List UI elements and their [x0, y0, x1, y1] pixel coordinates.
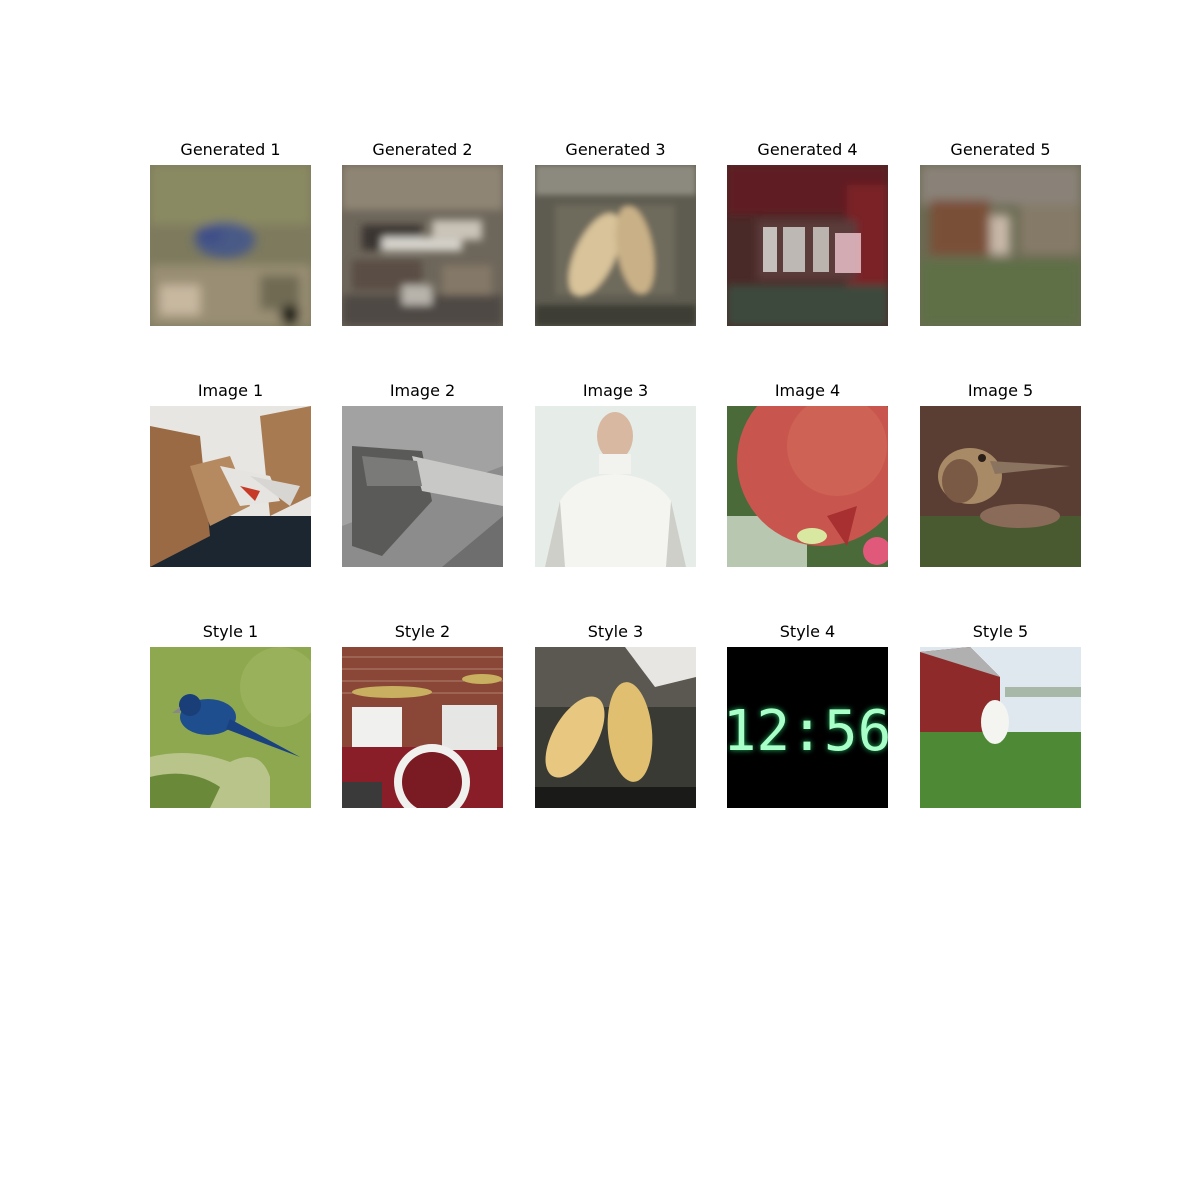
image-5-title: Image 5	[967, 381, 1034, 400]
style-2-title: Style 2	[394, 622, 451, 641]
generated-3-image	[535, 165, 696, 326]
image-2-title: Image 2	[389, 381, 456, 400]
generated-2-title: Generated 2	[372, 140, 473, 159]
style-5-title: Style 5	[972, 622, 1029, 641]
style-3-image	[535, 647, 696, 808]
generated-5-image	[920, 165, 1081, 326]
image-3-title: Image 3	[582, 381, 649, 400]
image-4-title: Image 4	[774, 381, 841, 400]
style-1-title: Style 1	[202, 622, 259, 641]
generated-5-title: Generated 5	[950, 140, 1051, 159]
style-1-image	[150, 647, 311, 808]
image-2-image	[342, 406, 503, 567]
image-1-image	[150, 406, 311, 567]
clock-display: 12:56	[727, 699, 888, 764]
image-4-image	[727, 406, 888, 567]
generated-1-title: Generated 1	[180, 140, 281, 159]
style-3-title: Style 3	[587, 622, 644, 641]
generated-4-image	[727, 165, 888, 326]
image-5-image	[920, 406, 1081, 567]
image-3-image	[535, 406, 696, 567]
generated-2-image	[342, 165, 503, 326]
image-1-title: Image 1	[197, 381, 264, 400]
generated-3-title: Generated 3	[565, 140, 666, 159]
style-2-image	[342, 647, 503, 808]
style-4-image: 12:56 12:56	[727, 647, 888, 808]
style-4-title: Style 4	[779, 622, 836, 641]
style-5-image	[920, 647, 1081, 808]
generated-4-title: Generated 4	[757, 140, 858, 159]
generated-1-image	[150, 165, 311, 326]
